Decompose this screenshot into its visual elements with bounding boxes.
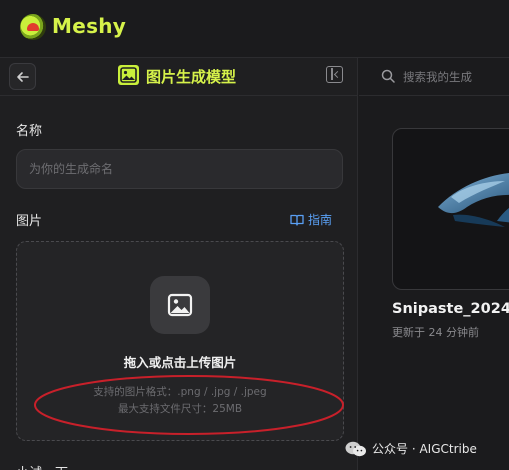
card-updated-time: 更新于 24 分钟前 [392, 326, 479, 339]
book-icon [290, 214, 304, 226]
guide-label: 指南 [308, 213, 333, 227]
top-bar: Meshy [0, 0, 509, 58]
section-label-try: 小试一下 [16, 462, 68, 470]
search-icon [381, 69, 395, 83]
panel-title: 图片生成模型 [146, 68, 237, 86]
meshy-logo-icon[interactable] [20, 14, 46, 40]
app-name[interactable]: Meshy [52, 14, 126, 38]
model-preview-image [438, 173, 509, 227]
generation-card-thumbnail[interactable] [392, 128, 509, 290]
arrow-left-icon [17, 72, 29, 82]
wechat-icon [345, 441, 366, 457]
generation-name-input[interactable] [16, 149, 343, 189]
generation-panel: 图片生成模型 名称 图片 指南 拖入或点击上传图片 支持的图片格式：.png /… [0, 58, 358, 470]
image-label: 图片 [16, 214, 43, 229]
card-title[interactable]: Snipaste_2024- [392, 301, 509, 317]
annotation-ellipse [34, 375, 344, 435]
image-upload-icon [150, 276, 210, 334]
panel-header: 图片生成模型 [0, 58, 358, 96]
back-button[interactable] [9, 63, 36, 90]
library-search[interactable]: 搜索我的生成 [359, 58, 509, 96]
guide-link[interactable]: 指南 [290, 211, 332, 228]
upload-title: 拖入或点击上传图片 [123, 355, 237, 370]
name-label: 名称 [16, 124, 43, 139]
image-icon [118, 65, 139, 85]
search-placeholder: 搜索我的生成 [403, 70, 472, 84]
collapse-panel-icon[interactable] [326, 66, 343, 83]
generation-library: 搜索我的生成 Snipaste_2024- 更新于 24 分钟前 [359, 58, 509, 470]
watermark-text: 公众号 · AIGCtribe [372, 442, 477, 456]
